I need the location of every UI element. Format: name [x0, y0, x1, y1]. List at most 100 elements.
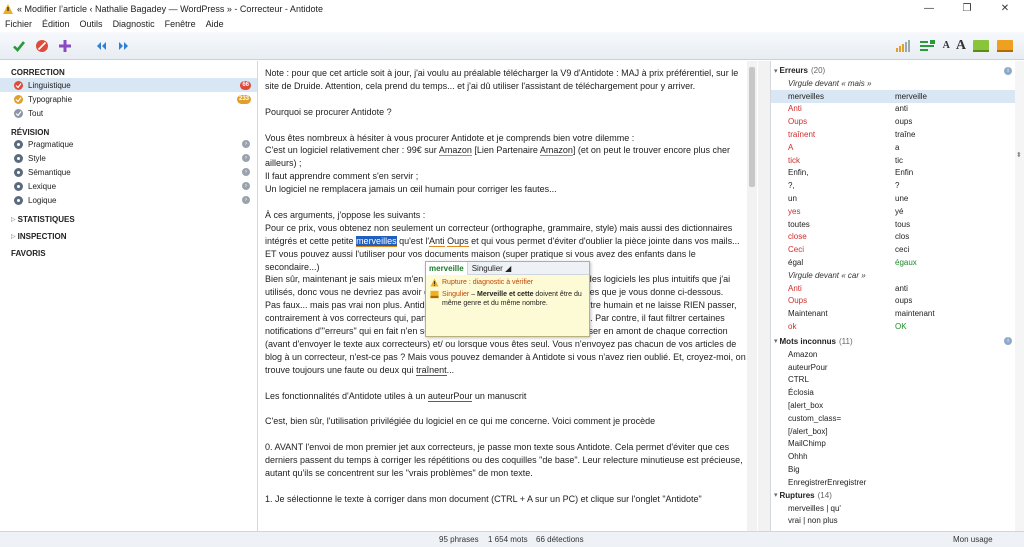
detected-word: MailChimp — [788, 439, 826, 449]
menu-diagnostic[interactable]: Diagnostic — [108, 17, 160, 32]
sidebar-item-lexique[interactable]: Lexique › — [0, 179, 257, 193]
detection-row[interactable]: Anti anti — [771, 103, 1024, 116]
detection-row[interactable]: Amazon — [771, 348, 1024, 361]
unknown-words-header[interactable]: Mots inconnus(11) i — [771, 335, 1024, 348]
correct-button[interactable] — [10, 37, 28, 55]
detection-row[interactable]: CTRL — [771, 374, 1024, 387]
detected-word: Ceci — [788, 245, 805, 255]
sidebar-item-logique[interactable]: Logique › — [0, 193, 257, 207]
scrollbar-thumb[interactable] — [749, 67, 755, 187]
section-inspection[interactable]: INSPECTION — [0, 224, 257, 241]
detection-row[interactable]: toutes tous — [771, 218, 1024, 231]
dictionary-button[interactable] — [972, 37, 990, 55]
suggestion-word[interactable]: merveille — [426, 261, 468, 275]
detection-row[interactable]: MailChimp — [771, 438, 1024, 451]
sidebar-item-label: Pragmatique — [28, 139, 74, 149]
sidebar-item-typographie[interactable]: Typographie 233 — [0, 92, 257, 106]
font-larger-button[interactable]: A — [956, 38, 966, 54]
info-icon[interactable]: i — [1004, 337, 1012, 346]
plus-icon — [59, 39, 71, 52]
detection-row[interactable]: vrai | non plus — [771, 515, 1024, 528]
menu-aide[interactable]: Aide — [201, 17, 229, 32]
forbidden-icon — [36, 39, 48, 52]
detection-row[interactable]: traînent traîne — [771, 128, 1024, 141]
detections-scrollbar[interactable]: ⬍ — [1015, 61, 1024, 531]
document-scrollbar[interactable] — [747, 61, 757, 531]
filter-sidebar: CORRECTION Linguistique 66 Typographie 2… — [0, 61, 258, 531]
maximize-button[interactable]: ❐ — [948, 0, 986, 17]
suggested-word: OK — [895, 322, 907, 332]
error-word[interactable]: auteurPour — [427, 390, 473, 402]
chevron-right-icon[interactable]: › — [242, 154, 250, 162]
panel-splitter[interactable] — [758, 61, 770, 531]
detection-row[interactable]: un une — [771, 192, 1024, 205]
sidebar-item-semantique[interactable]: Sémantique › — [0, 165, 257, 179]
ruptures-header[interactable]: Ruptures(14) — [771, 489, 1024, 502]
detection-row[interactable]: Ohhh — [771, 450, 1024, 463]
menu-outils[interactable]: Outils — [75, 17, 108, 32]
sidebar-item-pragmatique[interactable]: Pragmatique › — [0, 137, 257, 151]
detection-row[interactable]: [alert_box — [771, 399, 1024, 412]
error-word[interactable]: Anti — [429, 235, 445, 247]
detection-row[interactable]: égal égaux — [771, 256, 1024, 269]
section-correction[interactable]: CORRECTION — [0, 61, 257, 78]
filter-button[interactable] — [919, 37, 937, 55]
menu-fichier[interactable]: Fichier — [0, 17, 37, 32]
detection-row[interactable]: Ceci ceci — [771, 243, 1024, 256]
detection-row[interactable]: ?,? — [771, 179, 1024, 192]
detection-row[interactable]: Aa — [771, 141, 1024, 154]
sidebar-item-tout[interactable]: Tout — [0, 106, 257, 120]
selected-error-word[interactable]: merveilles — [356, 235, 397, 247]
chevron-right-icon[interactable]: › — [242, 182, 250, 190]
chevron-right-icon[interactable]: › — [242, 140, 250, 148]
detection-row[interactable]: EnregistrerEnregistrer — [771, 476, 1024, 489]
next-button[interactable] — [115, 37, 133, 55]
error-word[interactable]: Amazon — [539, 145, 573, 157]
status-bar: 95 phrases 1 654 mots 66 détections Mon … — [0, 531, 1024, 547]
rupture-label: Rupture : diagnostic à vérifier — [442, 279, 534, 286]
ignore-button[interactable] — [33, 37, 51, 55]
section-favoris[interactable]: FAVORIS — [0, 241, 257, 258]
sidebar-item-linguistique[interactable]: Linguistique 66 — [0, 78, 257, 92]
detection-row[interactable]: merveilles | qu' — [771, 502, 1024, 515]
add-button[interactable] — [56, 37, 74, 55]
statistics-button[interactable] — [895, 37, 913, 55]
detection-row[interactable]: Enfin, Enfin — [771, 167, 1024, 180]
detection-row[interactable]: tick tic — [771, 154, 1024, 167]
chevron-right-icon[interactable]: › — [242, 196, 250, 204]
detection-row[interactable]: Oups oups — [771, 115, 1024, 128]
section-revision[interactable]: RÉVISION — [0, 120, 257, 137]
usage-button[interactable]: Mon usage — [953, 535, 993, 544]
chevron-right-icon[interactable]: › — [242, 168, 250, 176]
detection-row[interactable]: Big — [771, 463, 1024, 476]
detection-row[interactable]: Anti anti — [771, 282, 1024, 295]
detection-row[interactable]: close clos — [771, 231, 1024, 244]
sidebar-item-style[interactable]: Style › — [0, 151, 257, 165]
menu-fenetre[interactable]: Fenêtre — [160, 17, 201, 32]
close-button[interactable]: ✕ — [986, 0, 1024, 17]
detection-row[interactable]: [/alert_box] — [771, 425, 1024, 438]
detection-row[interactable]: Oups oups — [771, 295, 1024, 308]
errors-header[interactable]: Erreurs(20) i — [771, 64, 1024, 77]
minimize-button[interactable]: — — [910, 0, 948, 17]
detection-row[interactable]: custom_class= — [771, 412, 1024, 425]
detection-row[interactable]: Maintenant maintenant — [771, 307, 1024, 320]
detection-row[interactable]: yes yé — [771, 205, 1024, 218]
error-word[interactable]: traînent — [416, 364, 447, 376]
detection-row[interactable]: auteurPour — [771, 361, 1024, 374]
scroll-arrows-icon[interactable]: ⬍ — [1016, 151, 1022, 159]
detection-row[interactable]: merveilles merveille — [771, 89, 1024, 103]
rupture-row: Rupture : diagnostic à vérifier — [426, 275, 589, 287]
info-icon[interactable]: i — [1004, 66, 1012, 75]
suggestion-tag[interactable]: Singulier ◢ — [468, 264, 516, 273]
detection-row[interactable]: ok OK — [771, 320, 1024, 333]
font-smaller-button[interactable]: A — [943, 40, 950, 51]
previous-button[interactable] — [92, 37, 110, 55]
error-word[interactable]: Oups — [447, 235, 469, 247]
guide-button[interactable] — [996, 37, 1014, 55]
section-statistiques[interactable]: STATISTIQUES — [0, 207, 257, 224]
error-word[interactable]: Amazon — [438, 145, 472, 157]
suggested-word: oups — [895, 117, 913, 127]
detection-row[interactable]: Éclosia — [771, 386, 1024, 399]
menu-edition[interactable]: Édition — [37, 17, 75, 32]
